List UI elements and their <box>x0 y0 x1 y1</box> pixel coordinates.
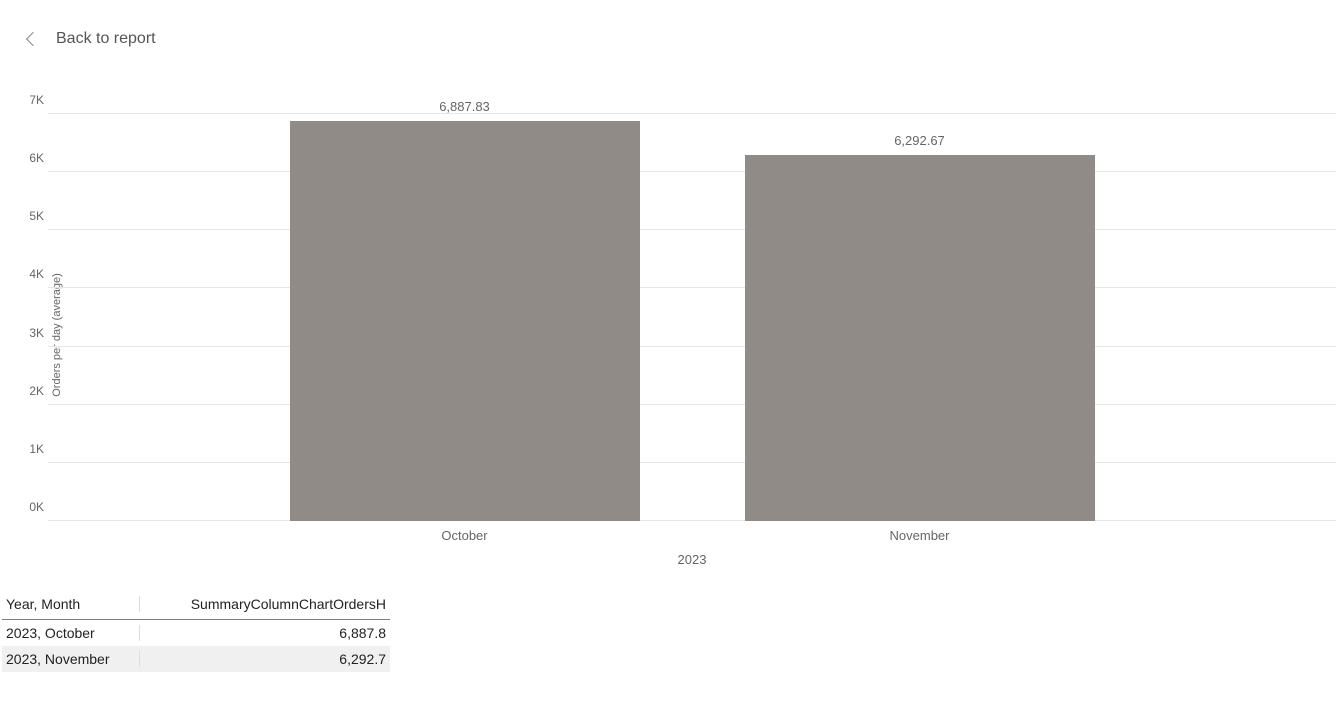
x-axis-group-label: 2023 <box>48 552 1336 567</box>
x-axis-ticks: October November <box>48 528 1336 543</box>
plot-area: 6,887.83 6,292.67 <box>48 114 1336 521</box>
bar-value-label: 6,292.67 <box>745 133 1095 148</box>
y-tick-label: 4K <box>29 267 44 281</box>
bar[interactable] <box>290 121 640 521</box>
y-tick-label: 2K <box>29 384 44 398</box>
table-cell-value: 6,887.8 <box>140 625 390 641</box>
table-header-year-month[interactable]: Year, Month <box>2 596 140 612</box>
y-axis-ticks: 0K1K2K3K4K5K6K7K <box>22 114 44 521</box>
y-tick-label: 5K <box>29 209 44 223</box>
table-row[interactable]: 2023, October6,887.8 <box>2 620 390 646</box>
bar-column: 6,292.67 <box>745 155 1095 521</box>
bar[interactable] <box>745 155 1095 521</box>
focus-data-table: Year, Month SummaryColumnChartOrdersH 20… <box>2 590 390 672</box>
column-chart: Orders per day (average) 0K1K2K3K4K5K6K7… <box>0 100 1344 570</box>
bars-container: 6,887.83 6,292.67 <box>48 114 1336 521</box>
table-header-value[interactable]: SummaryColumnChartOrdersH <box>140 596 390 612</box>
back-to-report-link[interactable]: Back to report <box>56 30 156 48</box>
y-tick-label: 7K <box>29 93 44 107</box>
table-cell-value: 6,292.7 <box>140 651 390 667</box>
y-tick-label: 6K <box>29 151 44 165</box>
table-cell-label: 2023, November <box>2 651 140 667</box>
table-cell-label: 2023, October <box>2 625 140 641</box>
x-tick-label: November <box>745 528 1095 543</box>
y-tick-label: 3K <box>29 326 44 340</box>
x-tick-label: October <box>290 528 640 543</box>
table-row[interactable]: 2023, November6,292.7 <box>2 646 390 672</box>
table-body: 2023, October6,887.82023, November6,292.… <box>2 620 390 672</box>
y-tick-label: 1K <box>29 442 44 456</box>
breadcrumb-header: Back to report <box>0 0 1344 48</box>
bar-value-label: 6,887.83 <box>290 99 640 114</box>
table-header-row: Year, Month SummaryColumnChartOrdersH <box>2 590 390 620</box>
bar-column: 6,887.83 <box>290 121 640 521</box>
y-tick-label: 0K <box>29 500 44 514</box>
back-chevron-icon[interactable] <box>26 32 40 46</box>
